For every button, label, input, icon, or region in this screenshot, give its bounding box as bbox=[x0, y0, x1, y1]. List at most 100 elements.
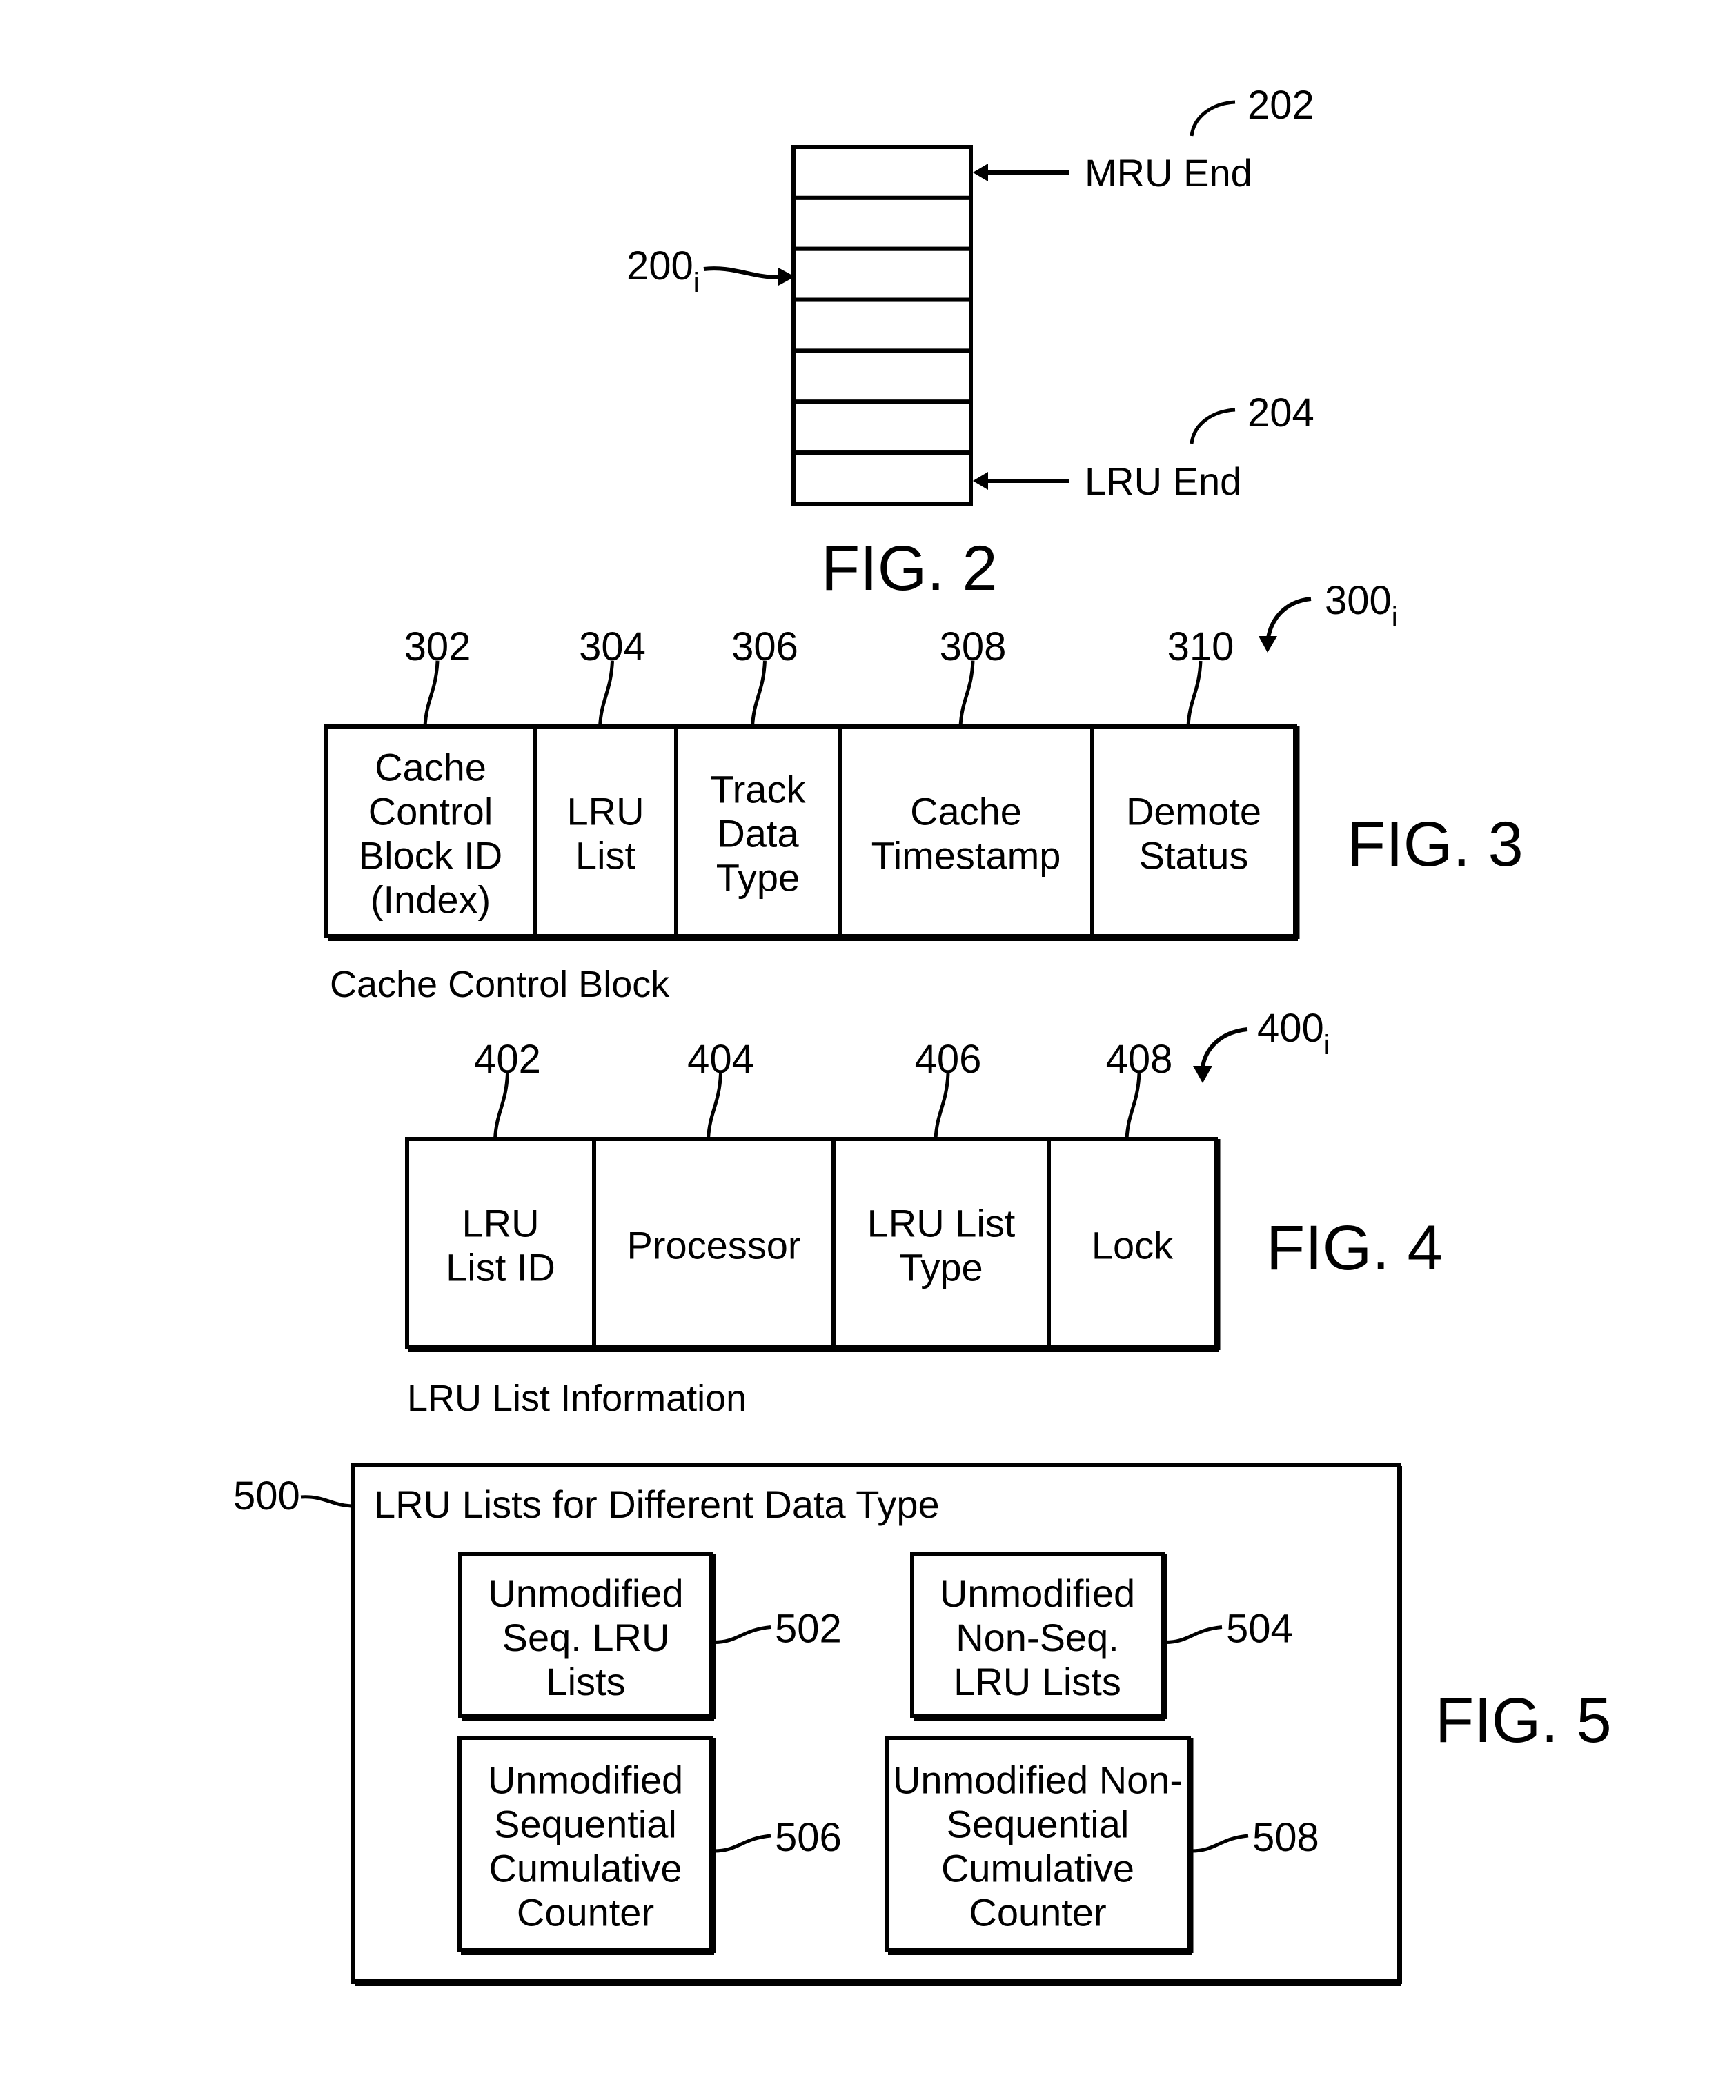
ref-leader bbox=[1191, 1834, 1249, 1853]
fig3-ref-arrow-icon bbox=[1266, 597, 1312, 639]
ref-leader bbox=[751, 660, 767, 727]
ref-204-label: 204 bbox=[1247, 390, 1314, 435]
fig5-title: LRU Lists for Different Data Type bbox=[374, 1483, 940, 1526]
fig2-lru-list: 200i MRU End 202 LRU End 204 FIG. 2 bbox=[627, 83, 1314, 604]
sub-box-label: Lists bbox=[546, 1660, 625, 1703]
ref-number: 402 bbox=[474, 1037, 541, 1082]
ref-number: 306 bbox=[731, 624, 798, 669]
lru-list-entry-cell bbox=[791, 348, 973, 404]
lru-list-entry-cell bbox=[791, 450, 973, 506]
field-label: Block ID bbox=[359, 833, 503, 877]
record-field-302: CacheControlBlock ID(Index) 302 bbox=[359, 624, 503, 921]
fig3-ref-arrowhead-icon bbox=[1259, 636, 1277, 653]
fig2-ref-list-entry: 200i bbox=[627, 244, 700, 298]
sub-box-label: Cumulative bbox=[941, 1846, 1134, 1890]
fig5-box-502: UnmodifiedSeq. LRULists 502 bbox=[458, 1552, 842, 1721]
ref-number: 404 bbox=[687, 1037, 754, 1082]
field-label: List bbox=[575, 833, 636, 877]
field-label: Cache bbox=[910, 789, 1022, 833]
sub-box-label: Unmodified bbox=[940, 1572, 1135, 1615]
field-label: Type bbox=[716, 855, 800, 899]
lru-list-information-fields: LRUList ID 402 Processor 404 LRU ListType 406… bbox=[405, 1037, 1221, 1352]
lru-list-entry-cell bbox=[791, 145, 973, 200]
field-label: Type bbox=[899, 1245, 983, 1289]
field-label: Status bbox=[1139, 833, 1249, 877]
fig3-ref: 300i bbox=[1325, 578, 1398, 633]
cache-control-block-fields: CacheControlBlock ID(Index)302LRUList304… bbox=[324, 624, 1300, 941]
field-label: Demote bbox=[1126, 789, 1261, 833]
ref-number: 504 bbox=[1226, 1607, 1293, 1652]
lru-arrowhead-icon bbox=[973, 472, 988, 490]
fig5-box-504: UnmodifiedNon-Seq.LRU Lists 504 bbox=[910, 1552, 1293, 1721]
ref-leader bbox=[934, 1073, 950, 1140]
ref-202-label: 202 bbox=[1247, 83, 1314, 128]
fig4-ref-arrow-icon bbox=[1201, 1027, 1248, 1069]
lru-list-entry-cell bbox=[791, 297, 973, 353]
lru-list-entry-cell bbox=[791, 246, 973, 302]
fig5-box-508: Unmodified Non-SequentialCumulativeCount… bbox=[885, 1736, 1319, 1955]
field-label: List ID bbox=[446, 1245, 555, 1289]
mru-end-label: MRU End bbox=[1085, 151, 1252, 195]
fig4-ref: 400i bbox=[1257, 1006, 1330, 1060]
ref-leader bbox=[1186, 660, 1203, 727]
fig5-ref-leader bbox=[300, 1495, 353, 1508]
ref-leader bbox=[713, 1834, 771, 1853]
mru-arrowhead-icon bbox=[973, 164, 988, 181]
fig5-box-506: UnmodifiedSequentialCumulativeCounter 506 bbox=[457, 1736, 842, 1955]
field-label: Data bbox=[717, 811, 799, 855]
ref-leader bbox=[598, 660, 614, 727]
sub-box-label: Counter bbox=[969, 1890, 1106, 1934]
patent-drawing-sheet: 200i MRU End 202 LRU End 204 FIG. 2 Cach… bbox=[233, 83, 1612, 1986]
field-label: Cache bbox=[375, 745, 486, 789]
field-label: Processor bbox=[627, 1223, 800, 1267]
field-label: LRU bbox=[462, 1201, 539, 1245]
ref-number: 304 bbox=[579, 624, 646, 669]
lru-end-label: LRU End bbox=[1085, 459, 1241, 503]
field-label: Timestamp bbox=[871, 833, 1061, 877]
ref-leader bbox=[1165, 1625, 1223, 1644]
ref-number: 302 bbox=[404, 624, 471, 669]
sub-box-label: Sequential bbox=[494, 1802, 677, 1845]
ref-leader bbox=[958, 660, 975, 727]
fig5-sub-boxes: UnmodifiedSeq. LRULists502UnmodifiedNon-… bbox=[457, 1552, 1319, 1955]
sub-box-label: Counter bbox=[517, 1890, 654, 1934]
ref-leader bbox=[423, 660, 440, 727]
ref-number: 310 bbox=[1167, 624, 1234, 669]
fig4-title: LRU List Information bbox=[407, 1378, 747, 1419]
lru-list-stack bbox=[791, 145, 973, 506]
sub-box-label: Unmodified bbox=[488, 1758, 683, 1801]
sub-box-label: Cumulative bbox=[489, 1846, 682, 1890]
fig5-caption: FIG. 5 bbox=[1435, 1685, 1612, 1756]
field-label: LRU bbox=[566, 789, 644, 833]
fig4-lru-list-information: LRUList ID 402 Processor 404 LRU ListType 406… bbox=[405, 1006, 1443, 1419]
field-label: Track bbox=[711, 767, 807, 811]
ref-leader bbox=[707, 1073, 722, 1140]
ref-number: 508 bbox=[1252, 1815, 1319, 1860]
ref-204-leader bbox=[1190, 408, 1236, 444]
field-label: (Index) bbox=[371, 878, 491, 921]
sub-box-label: Sequential bbox=[947, 1802, 1130, 1845]
field-label: LRU List bbox=[867, 1201, 1016, 1245]
sub-box-label: Unmodified bbox=[488, 1572, 683, 1615]
ref-202-leader bbox=[1190, 100, 1236, 137]
sub-box-label: Unmodified Non- bbox=[893, 1758, 1183, 1801]
fig5-ref: 500 bbox=[233, 1474, 300, 1518]
fig2-entry-arrow-icon bbox=[703, 266, 779, 279]
fig4-caption: FIG. 4 bbox=[1266, 1213, 1443, 1283]
field-label: Lock bbox=[1092, 1223, 1174, 1267]
ref-number: 406 bbox=[915, 1037, 982, 1082]
ref-number: 502 bbox=[775, 1607, 842, 1652]
ref-number: 308 bbox=[940, 624, 1007, 669]
fig5-lru-lists-by-data-type: 500 LRU Lists for Different Data Type Un… bbox=[233, 1463, 1612, 1986]
sub-box-label: Seq. LRU bbox=[502, 1616, 670, 1659]
ref-leader bbox=[493, 1073, 509, 1140]
ref-number: 506 bbox=[775, 1815, 842, 1860]
field-label: Control bbox=[368, 789, 493, 833]
lru-list-entry-cell bbox=[791, 195, 973, 251]
ref-number: 408 bbox=[1106, 1037, 1173, 1082]
fig4-ref-arrowhead-icon bbox=[1193, 1066, 1212, 1083]
lru-list-entry-cell bbox=[791, 399, 973, 455]
ref-leader bbox=[713, 1625, 771, 1644]
fig3-caption: FIG. 3 bbox=[1347, 809, 1523, 880]
fig3-title: Cache Control Block bbox=[330, 964, 670, 1005]
